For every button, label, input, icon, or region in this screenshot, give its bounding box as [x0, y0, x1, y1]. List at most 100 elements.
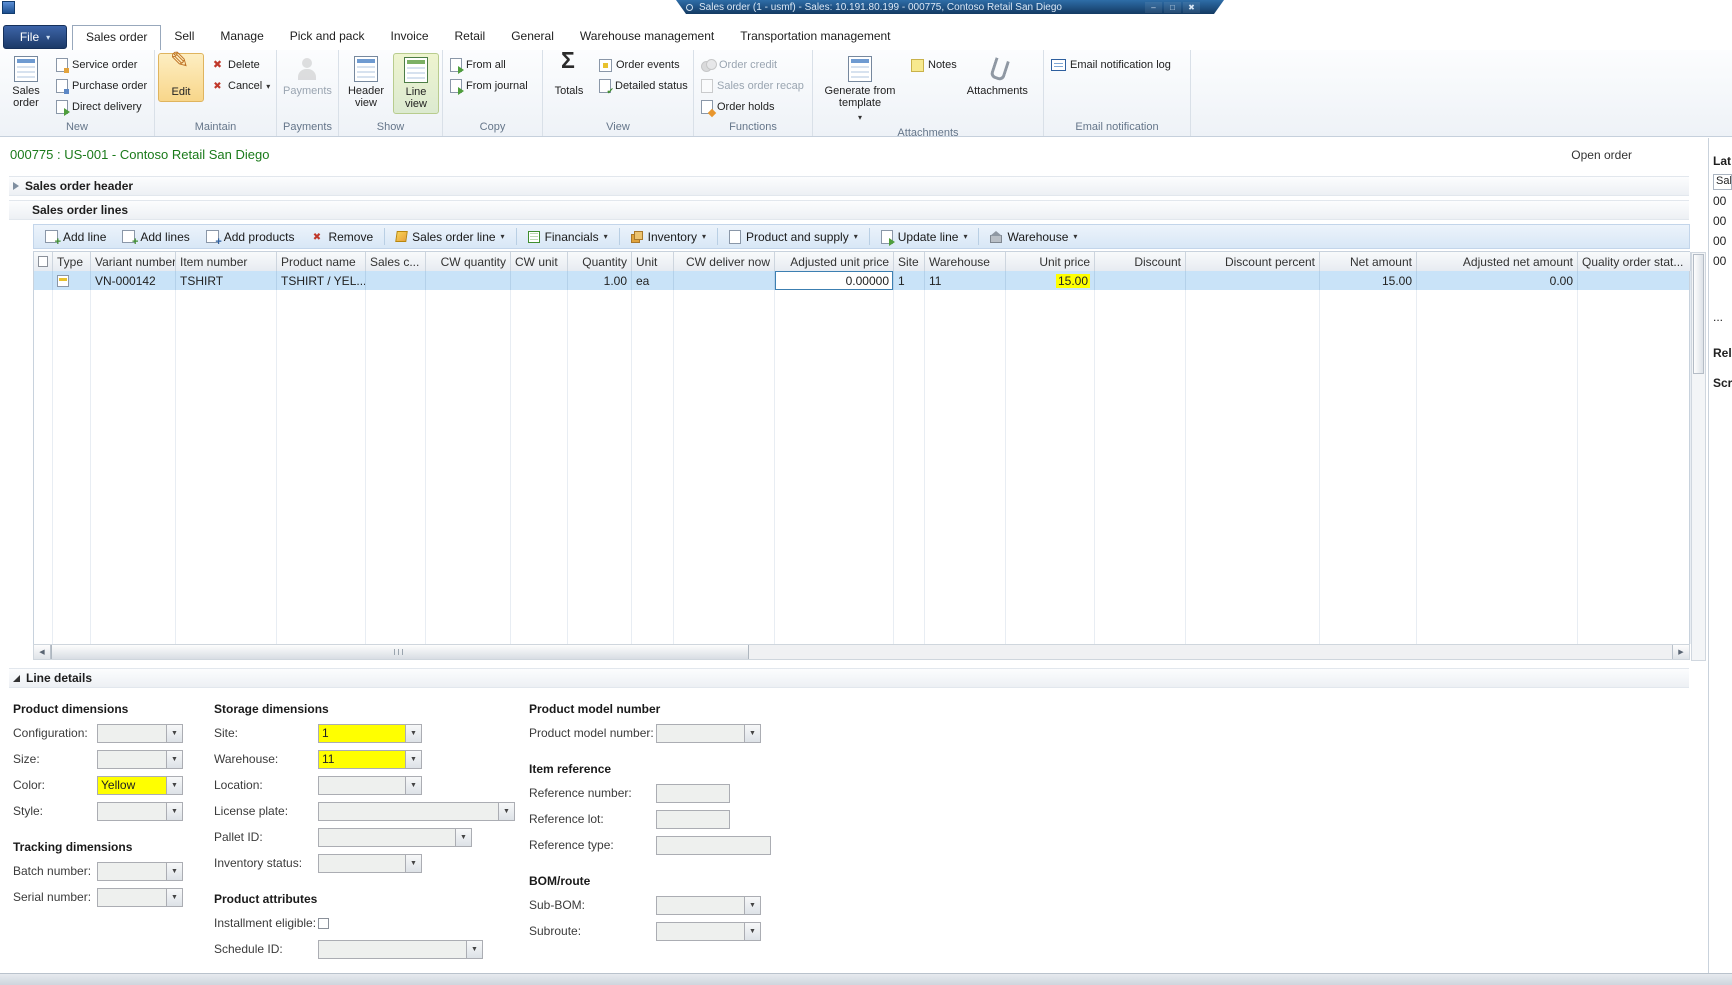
- ribbon-generate-from-template-button[interactable]: Generate from template▾: [816, 53, 904, 127]
- toolbar-product-and-supply-menu[interactable]: Product and supply▾: [722, 226, 865, 247]
- chevron-down-icon[interactable]: ▼: [744, 897, 760, 914]
- ribbon-line-view-button[interactable]: Line view: [393, 53, 439, 114]
- file-menu-button[interactable]: File ▾: [3, 25, 67, 49]
- reference-lot-field[interactable]: [656, 810, 730, 829]
- location-combo[interactable]: ▼: [318, 776, 422, 795]
- row-cell-cw-deliver-now[interactable]: [674, 271, 775, 290]
- row-cell-adjusted-net-amount[interactable]: 0.00: [1417, 271, 1578, 290]
- toolbar-update-line-menu[interactable]: Update line▾: [874, 226, 975, 247]
- section-sales-order-lines[interactable]: Sales order lines: [9, 200, 1689, 220]
- tab-sales-order[interactable]: Sales order: [72, 25, 161, 50]
- ribbon-order-holds-button[interactable]: Order holds: [697, 97, 808, 117]
- row-cell-quality-order-stat[interactable]: [1578, 271, 1691, 290]
- horizontal-scrollbar[interactable]: ◀ ▶: [33, 644, 1690, 660]
- column-header-warehouse[interactable]: Warehouse: [925, 252, 1006, 271]
- column-header-item-number[interactable]: Item number: [176, 252, 277, 271]
- chevron-down-icon[interactable]: ▼: [166, 777, 182, 794]
- schedule-id-combo[interactable]: ▼: [318, 940, 483, 959]
- reference-type-field[interactable]: [656, 836, 771, 855]
- reference-number-field[interactable]: [656, 784, 730, 803]
- toolbar-add-products-button[interactable]: Add products: [199, 226, 302, 247]
- chevron-down-icon[interactable]: ▼: [166, 803, 182, 820]
- row-cell-variant-number[interactable]: VN-000142: [91, 271, 176, 290]
- serial-number-combo[interactable]: ▼: [97, 888, 183, 907]
- vertical-scrollbar[interactable]: [1691, 252, 1706, 661]
- subroute-combo[interactable]: ▼: [656, 922, 761, 941]
- column-header-quantity[interactable]: Quantity: [568, 252, 632, 271]
- ribbon-sales-order-button[interactable]: Sales order: [3, 53, 49, 112]
- tab-retail[interactable]: Retail: [442, 25, 499, 50]
- list-item[interactable]: 00: [1713, 214, 1732, 234]
- chevron-down-icon[interactable]: ▼: [744, 725, 760, 742]
- ribbon-from-all-button[interactable]: From all: [446, 55, 532, 75]
- ribbon-detailed-status-button[interactable]: Detailed status: [595, 76, 692, 96]
- column-header-product-name[interactable]: Product name: [277, 252, 366, 271]
- site-combo[interactable]: 1▼: [318, 724, 422, 743]
- row-cell-site[interactable]: 1: [894, 271, 925, 290]
- chevron-down-icon[interactable]: ▼: [405, 725, 421, 742]
- ribbon-order-events-button[interactable]: Order events: [595, 55, 692, 75]
- column-header-cw-quantity[interactable]: CW quantity: [426, 252, 511, 271]
- column-header-adjusted-net-amount[interactable]: Adjusted net amount: [1417, 252, 1578, 271]
- chevron-down-icon[interactable]: ▼: [166, 725, 182, 742]
- column-header-site[interactable]: Site: [894, 252, 925, 271]
- tab-transportation-management[interactable]: Transportation management: [727, 25, 903, 50]
- chevron-down-icon[interactable]: ▼: [166, 889, 182, 906]
- toolbar-add-lines-button[interactable]: Add lines: [115, 226, 196, 247]
- batch-number-combo[interactable]: ▼: [97, 862, 183, 881]
- column-header-variant-number[interactable]: Variant number: [91, 252, 176, 271]
- warehouse-combo[interactable]: 11▼: [318, 750, 422, 769]
- inventory-status-combo[interactable]: ▼: [318, 854, 422, 873]
- column-header-type[interactable]: Type: [53, 252, 91, 271]
- toolbar-add-line-button[interactable]: Add line: [38, 226, 113, 247]
- row-cell-sales-c[interactable]: [366, 271, 426, 290]
- ribbon-edit-button[interactable]: Edit: [158, 53, 204, 102]
- ribbon-email-notification-log-button[interactable]: Email notification log: [1047, 55, 1175, 75]
- ribbon-service-order-button[interactable]: Service order: [52, 55, 151, 75]
- product-model-number-combo[interactable]: ▼: [656, 724, 761, 743]
- more-button[interactable]: ...: [1713, 310, 1732, 330]
- scroll-left-arrow-icon[interactable]: ◀: [34, 645, 51, 659]
- chevron-down-icon[interactable]: ▼: [405, 751, 421, 768]
- ribbon-from-journal-button[interactable]: From journal: [446, 76, 532, 96]
- toolbar-inventory-menu[interactable]: Inventory▾: [624, 226, 713, 247]
- row-cell-selector[interactable]: [34, 271, 53, 290]
- toolbar-warehouse-menu[interactable]: Warehouse▾: [983, 226, 1084, 247]
- row-cell-discount[interactable]: [1095, 271, 1186, 290]
- chevron-down-icon[interactable]: ▼: [744, 923, 760, 940]
- column-header-unit[interactable]: Unit: [632, 252, 674, 271]
- ribbon-header-view-button[interactable]: Header view: [342, 53, 390, 112]
- scroll-right-arrow-icon[interactable]: ▶: [1672, 645, 1689, 659]
- row-cell-discount-percent[interactable]: [1186, 271, 1320, 290]
- factbox-section-0[interactable]: Rel: [1713, 346, 1732, 360]
- column-header-quality-order-stat[interactable]: Quality order stat...: [1578, 252, 1691, 271]
- table-row[interactable]: VN-000142TSHIRTTSHIRT / YEL...1.00ea0.00…: [34, 271, 1689, 290]
- chevron-down-icon[interactable]: ▼: [166, 751, 182, 768]
- ribbon-direct-delivery-button[interactable]: Direct delivery: [52, 97, 151, 117]
- toolbar-sales-order-line-menu[interactable]: Sales order line▾: [389, 226, 511, 247]
- chevron-down-icon[interactable]: ▼: [166, 863, 182, 880]
- configuration-combo[interactable]: ▼: [97, 724, 183, 743]
- ribbon-purchase-order-button[interactable]: Purchase order: [52, 76, 151, 96]
- maximize-button[interactable]: [1164, 2, 1181, 13]
- section-sales-order-header[interactable]: Sales order header: [9, 176, 1689, 196]
- chevron-down-icon[interactable]: ▼: [405, 777, 421, 794]
- row-cell-item-number[interactable]: TSHIRT: [176, 271, 277, 290]
- row-cell-cw-quantity[interactable]: [426, 271, 511, 290]
- ribbon-attachments-button[interactable]: Attachments: [964, 53, 1031, 100]
- column-header-cw-deliver-now[interactable]: CW deliver now: [674, 252, 775, 271]
- row-cell-unit-price[interactable]: 15.00: [1006, 271, 1095, 290]
- tab-general[interactable]: General: [498, 25, 567, 50]
- list-item[interactable]: 00: [1713, 234, 1732, 254]
- pallet-id-combo[interactable]: ▼: [318, 828, 472, 847]
- factbox-section-1[interactable]: Scr: [1713, 376, 1732, 390]
- column-header-select-all[interactable]: [34, 252, 53, 271]
- column-header-unit-price[interactable]: Unit price: [1006, 252, 1095, 271]
- scrollbar-thumb[interactable]: [51, 645, 749, 659]
- tab-invoice[interactable]: Invoice: [377, 25, 441, 50]
- tab-pick-and-pack[interactable]: Pick and pack: [277, 25, 378, 50]
- ribbon-cancel-button[interactable]: Cancel▾: [207, 76, 274, 96]
- chevron-down-icon[interactable]: ▼: [455, 829, 471, 846]
- ribbon-totals-button[interactable]: Totals: [546, 53, 592, 100]
- row-cell-net-amount[interactable]: 15.00: [1320, 271, 1417, 290]
